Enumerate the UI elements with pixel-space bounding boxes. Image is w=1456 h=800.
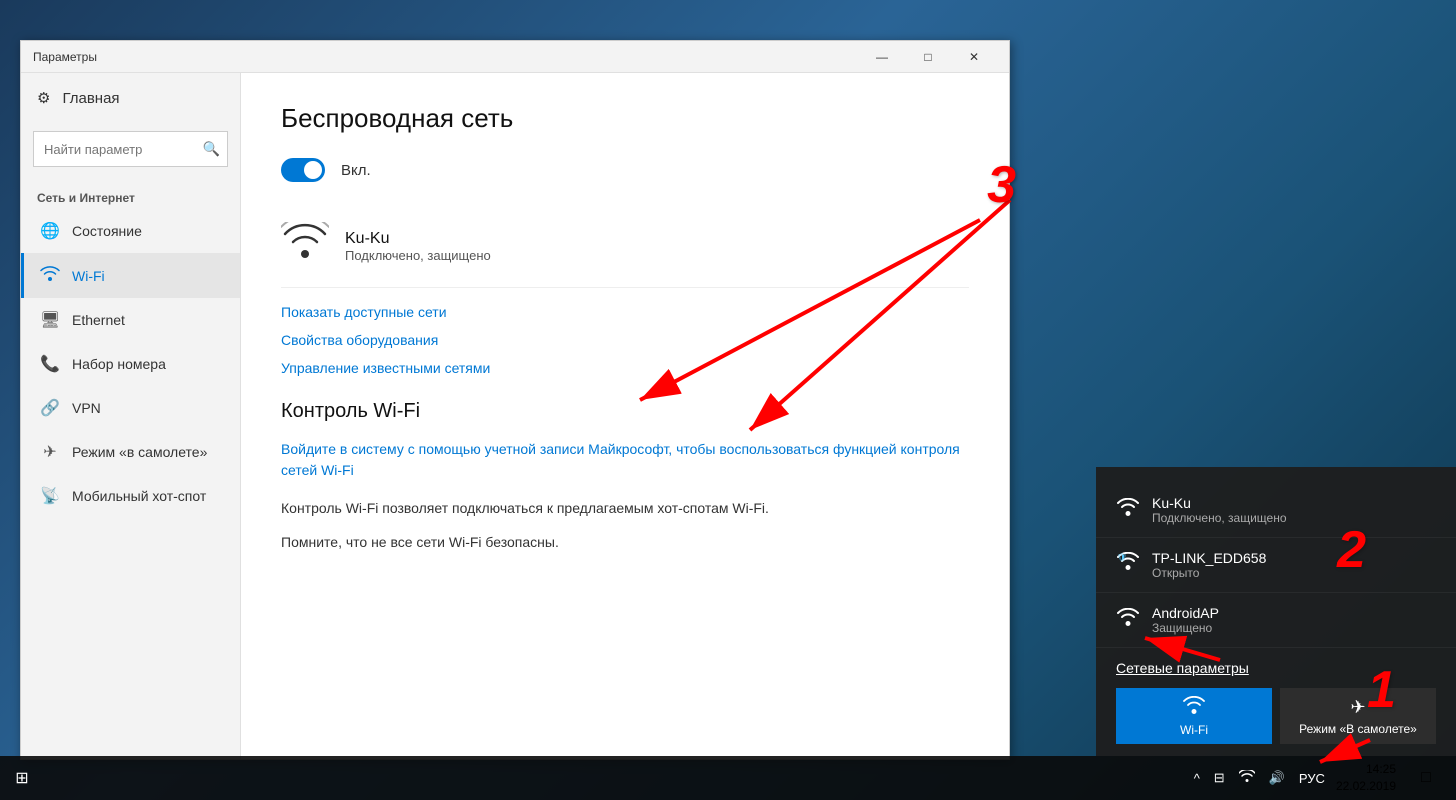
tray-volume-icon[interactable]: 🔊 — [1266, 770, 1288, 786]
search-input[interactable] — [33, 131, 228, 167]
sidebar-item-airplane[interactable]: ✈ Режим «в самолете» — [21, 430, 240, 474]
wifi-quick-button[interactable]: Wi-Fi — [1116, 688, 1272, 744]
home-label: Главная — [62, 90, 119, 107]
close-button[interactable]: ✕ — [951, 41, 997, 73]
sidebar-item-vpn[interactable]: 🔗 VPN — [21, 386, 240, 430]
sidebar-item-label: Состояние — [72, 223, 142, 239]
sidebar-item-dialup[interactable]: 📞 Набор номера — [21, 342, 240, 386]
flyout-network-name-3: AndroidAP — [1152, 605, 1219, 621]
ethernet-icon: 🖥 — [40, 310, 60, 330]
sign-in-link[interactable]: Войдите в систему с помощью учетной запи… — [281, 439, 969, 481]
window-title: Параметры — [33, 50, 859, 64]
wifi-sense-heading: Контроль Wi-Fi — [281, 400, 969, 423]
sidebar-home-button[interactable]: ⚙ Главная — [21, 73, 240, 123]
taskbar-time-display: 14:25 — [1336, 761, 1396, 778]
flyout-network-name-2: TP-LINK_EDD658 — [1152, 550, 1266, 566]
sidebar-item-ethernet[interactable]: 🖥 Ethernet — [21, 298, 240, 342]
tray-wifi-icon[interactable] — [1236, 770, 1258, 786]
sidebar-item-hotspot[interactable]: 📡 Мобильный хот-спот — [21, 474, 240, 518]
tray-area: ^ ⊟ 🔊 РУС 14:25 22.02.2019 □ — [1191, 756, 1456, 800]
sidebar-item-wifi[interactable]: Wi-Fi — [21, 253, 240, 298]
tray-network-icon[interactable]: ⊟ — [1211, 770, 1228, 786]
window-controls: — □ ✕ — [859, 41, 997, 73]
flyout-network-info-2: TP-LINK_EDD658 Открыто — [1152, 550, 1266, 580]
airplane-icon: ✈ — [40, 442, 60, 462]
wifi-toggle-row: Вкл. — [281, 158, 969, 182]
flyout-wifi-icon-3 — [1116, 608, 1140, 632]
flyout-buttons: Wi-Fi ✈ Режим «В самолете» — [1116, 688, 1436, 744]
vpn-icon: 🔗 — [40, 398, 60, 418]
airplane-btn-icon: ✈ — [1350, 697, 1365, 718]
start-button[interactable]: ⊞ — [0, 756, 44, 800]
main-content: Беспроводная сеть Вкл. — [241, 73, 1009, 759]
sidebar-item-label: Wi-Fi — [72, 268, 105, 284]
flyout-network-info-1: Ku-Ku Подключено, защищено — [1152, 495, 1287, 525]
wifi-sense-desc2: Помните, что не все сети Wi-Fi безопасны… — [281, 531, 969, 553]
window-titlebar: Параметры — □ ✕ — [21, 41, 1009, 73]
manage-networks-link[interactable]: Управление известными сетями — [281, 360, 969, 376]
desktop: Параметры — □ ✕ ⚙ Главная 🔍 Сеть и Интер… — [0, 0, 1456, 800]
settings-window: Параметры — □ ✕ ⚙ Главная 🔍 Сеть и Интер… — [20, 40, 1010, 760]
network-name: Ku-Ku — [345, 230, 491, 248]
flyout-network-status-2: Открыто — [1152, 566, 1266, 580]
sidebar-item-label: Ethernet — [72, 312, 125, 328]
flyout-network-name-1: Ku-Ku — [1152, 495, 1287, 511]
page-title: Беспроводная сеть — [281, 103, 969, 134]
network-info: Ku-Ku Подключено, защищено — [345, 230, 491, 263]
search-icon: 🔍 — [203, 141, 220, 158]
flyout-network-item-kukuku[interactable]: Ku-Ku Подключено, защищено — [1096, 483, 1456, 538]
flyout-settings-link[interactable]: Сетевые параметры — [1116, 660, 1436, 676]
wifi-btn-icon — [1183, 696, 1205, 719]
adapter-properties-link[interactable]: Свойства оборудования — [281, 332, 969, 348]
flyout-bottom: Сетевые параметры Wi-Fi ✈ Режим «В самол… — [1096, 648, 1456, 756]
airplane-btn-label: Режим «В самолете» — [1299, 722, 1417, 736]
sidebar-section-label: Сеть и Интернет — [21, 183, 240, 209]
flyout-wifi-icon-2: 🛡 — [1116, 552, 1140, 578]
wifi-icon — [40, 265, 60, 286]
tray-language[interactable]: РУС — [1296, 771, 1328, 786]
sidebar-search-container: 🔍 — [33, 131, 228, 167]
svg-text:🛡: 🛡 — [1117, 553, 1127, 562]
sidebar-item-label: Набор номера — [72, 356, 166, 372]
show-networks-link[interactable]: Показать доступные сети — [281, 304, 969, 320]
gear-icon: ⚙ — [37, 89, 50, 107]
settings-body: ⚙ Главная 🔍 Сеть и Интернет 🌐 Состояние — [21, 73, 1009, 759]
maximize-button[interactable]: □ — [905, 41, 951, 73]
minimize-button[interactable]: — — [859, 41, 905, 73]
connected-network-card: Ku-Ku Подключено, защищено — [281, 206, 969, 288]
airplane-quick-button[interactable]: ✈ Режим «В самолете» — [1280, 688, 1436, 744]
flyout-network-status-1: Подключено, защищено — [1152, 511, 1287, 525]
phone-icon: 📞 — [40, 354, 60, 374]
flyout-network-status-3: Защищено — [1152, 621, 1219, 635]
flyout-network-item-android[interactable]: AndroidAP Защищено — [1096, 593, 1456, 648]
toggle-label: Вкл. — [341, 162, 371, 179]
globe-icon: 🌐 — [40, 221, 60, 241]
network-flyout: Ku-Ku Подключено, защищено 🛡 TP-LINK_EDD… — [1096, 467, 1456, 756]
wifi-sense-desc1: Контроль Wi-Fi позволяет подключаться к … — [281, 497, 969, 519]
sidebar: ⚙ Главная 🔍 Сеть и Интернет 🌐 Состояние — [21, 73, 241, 759]
flyout-network-item-tplink[interactable]: 🛡 TP-LINK_EDD658 Открыто — [1096, 538, 1456, 593]
taskbar: ⊞ ^ ⊟ 🔊 РУС 14:25 22.02.2019 □ — [0, 756, 1456, 800]
notification-button[interactable]: □ — [1404, 756, 1448, 800]
sidebar-item-status[interactable]: 🌐 Состояние — [21, 209, 240, 253]
hotspot-icon: 📡 — [40, 486, 60, 506]
wifi-toggle[interactable] — [281, 158, 325, 182]
sidebar-item-label: Режим «в самолете» — [72, 444, 207, 460]
taskbar-date-display: 22.02.2019 — [1336, 778, 1396, 795]
tray-chevron[interactable]: ^ — [1191, 771, 1203, 786]
flyout-wifi-icon-1 — [1116, 498, 1140, 522]
flyout-network-info-3: AndroidAP Защищено — [1152, 605, 1219, 635]
wifi-connected-icon — [281, 222, 329, 271]
wifi-btn-label: Wi-Fi — [1180, 723, 1208, 737]
network-status: Подключено, защищено — [345, 248, 491, 263]
sidebar-item-label: Мобильный хот-спот — [72, 488, 206, 504]
sidebar-item-label: VPN — [72, 400, 101, 416]
taskbar-clock[interactable]: 14:25 22.02.2019 — [1336, 761, 1396, 795]
